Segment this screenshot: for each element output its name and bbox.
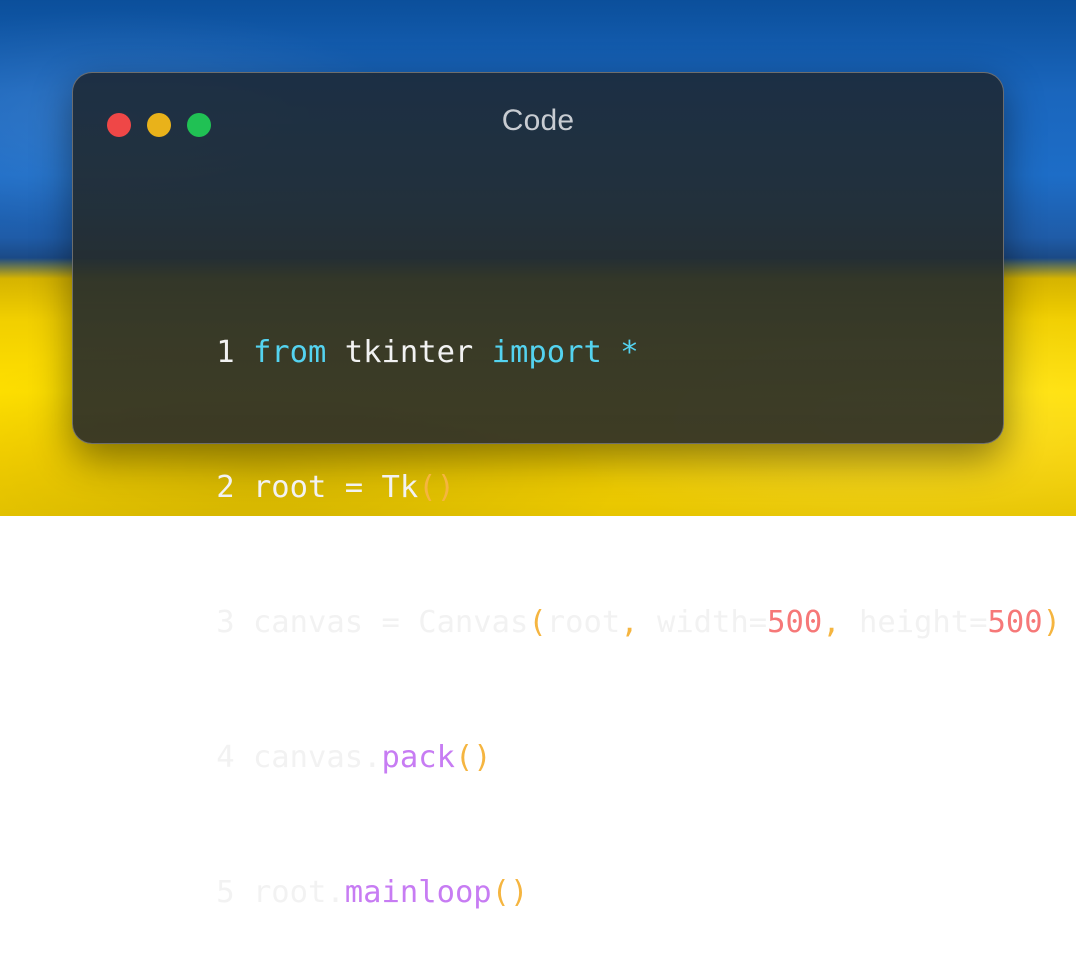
code-line: 2 root = Tk(): [106, 420, 1061, 505]
code-token: height=: [840, 605, 988, 640]
code-token: ,: [822, 605, 841, 640]
code-window: Code 1 from tkinter import * 2 root = Tk…: [72, 72, 1061, 910]
code-token: pack: [381, 740, 455, 775]
code-token: mainloop: [344, 875, 492, 910]
code-token: import: [491, 335, 602, 370]
line-number: 2: [216, 470, 235, 505]
code-token: root.: [252, 875, 345, 910]
code-token: *: [620, 335, 639, 370]
line-number: 4: [216, 740, 235, 775]
code-token: ,: [620, 605, 639, 640]
code-token: (: [528, 605, 547, 640]
code-token: (): [418, 470, 455, 505]
code-token: root: [546, 605, 621, 640]
window-titlebar: Code: [73, 73, 1003, 173]
code-token: tkinter: [326, 335, 492, 370]
code-token: from: [252, 335, 327, 370]
code-token: canvas.: [252, 740, 382, 775]
window-title: Code: [501, 104, 575, 137]
code-token: ): [1042, 605, 1061, 640]
code-token: canvas = Canvas: [252, 605, 529, 640]
code-token: 500: [767, 605, 823, 640]
code-token: (): [454, 740, 492, 775]
code-line: 5 root.mainloop(): [106, 825, 1061, 910]
code-line: 1 from tkinter import *: [106, 285, 1061, 370]
code-token: root = Tk: [252, 470, 419, 505]
code-token: (): [491, 875, 529, 910]
code-line: 4 canvas.pack(): [106, 690, 1061, 775]
code-line: 3 canvas = Canvas(root, width=500, heigh…: [106, 555, 1061, 640]
line-number: 1: [216, 335, 235, 370]
line-number: 5: [216, 875, 235, 910]
line-number: 3: [216, 605, 235, 640]
code-token: 500: [987, 605, 1043, 640]
code-token: width=: [638, 605, 768, 640]
code-block: 1 from tkinter import * 2 root = Tk() 3 …: [106, 195, 1061, 960]
